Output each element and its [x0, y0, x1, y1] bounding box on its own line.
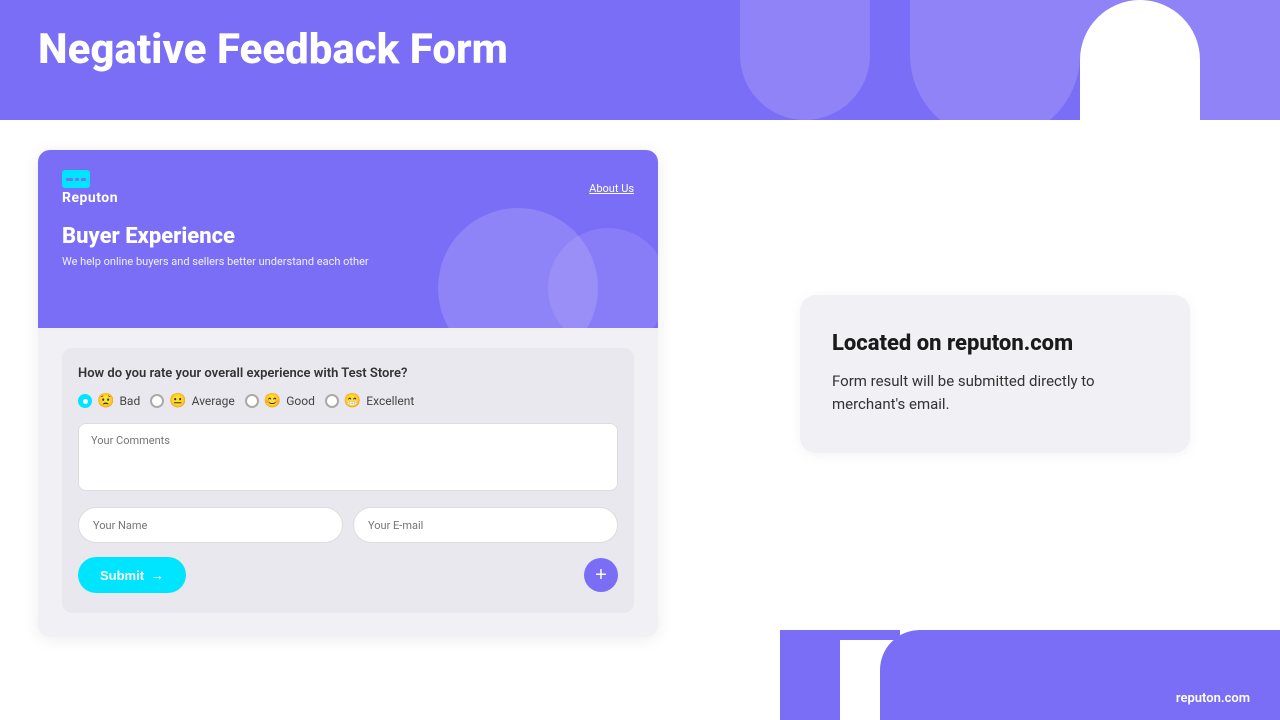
bottom-logo-text: reputon.com: [1176, 691, 1250, 706]
name-input[interactable]: [78, 507, 343, 543]
fab-button[interactable]: +: [584, 558, 618, 592]
submit-arrow: →: [150, 567, 164, 583]
hero-subtitle: We help online buyers and sellers better…: [62, 255, 634, 268]
icon-bar-2: [75, 178, 79, 181]
label-good: Good: [286, 394, 315, 408]
label-excellent: Excellent: [366, 394, 414, 408]
label-bad: Bad: [119, 394, 140, 408]
form-card-body: How do you rate your overall experience …: [38, 328, 658, 637]
rating-good[interactable]: 😊 Good: [245, 393, 315, 409]
submit-button[interactable]: Submit →: [78, 557, 186, 593]
radio-average[interactable]: [150, 394, 164, 408]
form-card: Reputon About Us Buyer Experience We hel…: [38, 150, 658, 637]
banner-blobs: [680, 0, 1280, 120]
page-title: Negative Feedback Form: [38, 25, 508, 74]
email-input[interactable]: [353, 507, 618, 543]
label-average: Average: [192, 394, 235, 408]
icon-bar-3: [81, 178, 86, 181]
main-content: Reputon About Us Buyer Experience We hel…: [0, 120, 1280, 720]
emoji-average: 😐: [169, 393, 186, 409]
reputon-logo-text: Reputon: [62, 190, 118, 206]
blob-1: [740, 0, 870, 120]
rating-options: 😟 Bad 😐 Average 😊 Good: [78, 393, 618, 409]
info-card: Located on reputon.com Form result will …: [800, 295, 1190, 453]
radio-bad[interactable]: [78, 394, 92, 408]
blob-3-inner: [1080, 0, 1200, 120]
radio-excellent[interactable]: [325, 394, 339, 408]
about-us-link[interactable]: About Us: [589, 182, 634, 195]
info-card-description: Form result will be submitted directly t…: [832, 370, 1158, 417]
emoji-good: 😊: [264, 393, 281, 409]
blob-2: [910, 0, 1080, 120]
bottom-blob-shape: [880, 630, 1280, 720]
bottom-right-blob: reputon.com: [780, 630, 1280, 720]
reputon-icon: [62, 170, 90, 188]
info-card-title: Located on reputon.com: [832, 331, 1158, 356]
form-card-nav: Reputon About Us: [62, 170, 634, 206]
form-inputs-row: [78, 507, 618, 543]
rating-average[interactable]: 😐 Average: [150, 393, 235, 409]
form-question: How do you rate your overall experience …: [78, 366, 618, 381]
rating-bad[interactable]: 😟 Bad: [78, 393, 140, 409]
form-section: How do you rate your overall experience …: [62, 348, 634, 613]
form-card-header: Reputon About Us Buyer Experience We hel…: [38, 150, 658, 328]
emoji-excellent: 😁: [344, 393, 361, 409]
emoji-bad: 😟: [97, 393, 114, 409]
submit-label: Submit: [100, 568, 144, 583]
comments-textarea[interactable]: [78, 423, 618, 491]
rating-excellent[interactable]: 😁 Excellent: [325, 393, 415, 409]
submit-row: Submit → +: [78, 557, 618, 593]
radio-good[interactable]: [245, 394, 259, 408]
top-banner: Negative Feedback Form: [0, 0, 1280, 120]
reputon-logo: Reputon: [62, 170, 118, 206]
icon-bar-1: [66, 178, 73, 181]
